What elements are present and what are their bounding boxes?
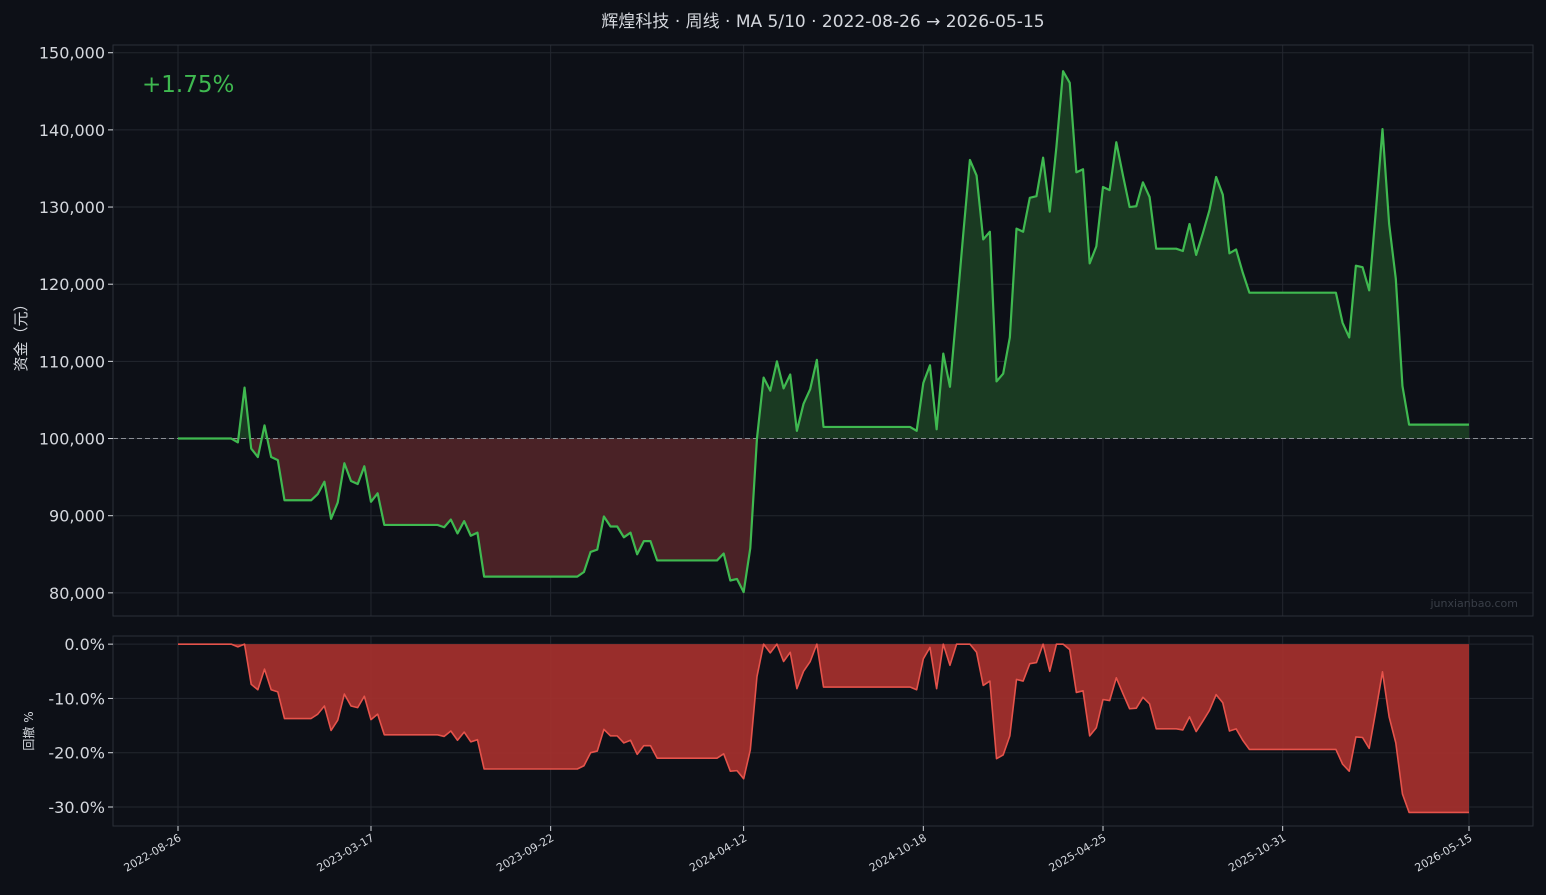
watermark: junxianbao.com [1429,597,1518,610]
total-return-label: +1.75% [142,72,234,98]
drawdown-y-tick-label-3: -30.0% [48,798,105,817]
equity-y-tick-label-6: 140,000 [39,121,105,140]
equity-y-tick-label-0: 80,000 [49,584,105,603]
background [0,0,1546,895]
equity-y-tick-label-5: 130,000 [39,198,105,217]
equity-y-tick-label-3: 110,000 [39,352,105,371]
equity-y-tick-label-1: 90,000 [49,507,105,526]
drawdown-y-tick-label-1: -10.0% [48,689,105,708]
drawdown-y-axis-label: 回撤 % [21,711,36,750]
equity-y-tick-label-4: 120,000 [39,275,105,294]
equity-y-tick-label-7: 150,000 [39,44,105,63]
drawdown-y-tick-label-0: 0.0% [64,635,105,654]
equity-y-tick-label-2: 100,000 [39,430,105,449]
chart-title: 辉煌科技 · 周线 · MA 5/10 · 2022-08-26 → 2026-… [601,12,1044,32]
drawdown-y-tick-label-2: -20.0% [48,744,105,763]
backtest-chart: 辉煌科技 · 周线 · MA 5/10 · 2022-08-26 → 2026-… [0,0,1546,895]
equity-y-axis-label: 资金（元） [12,296,30,371]
